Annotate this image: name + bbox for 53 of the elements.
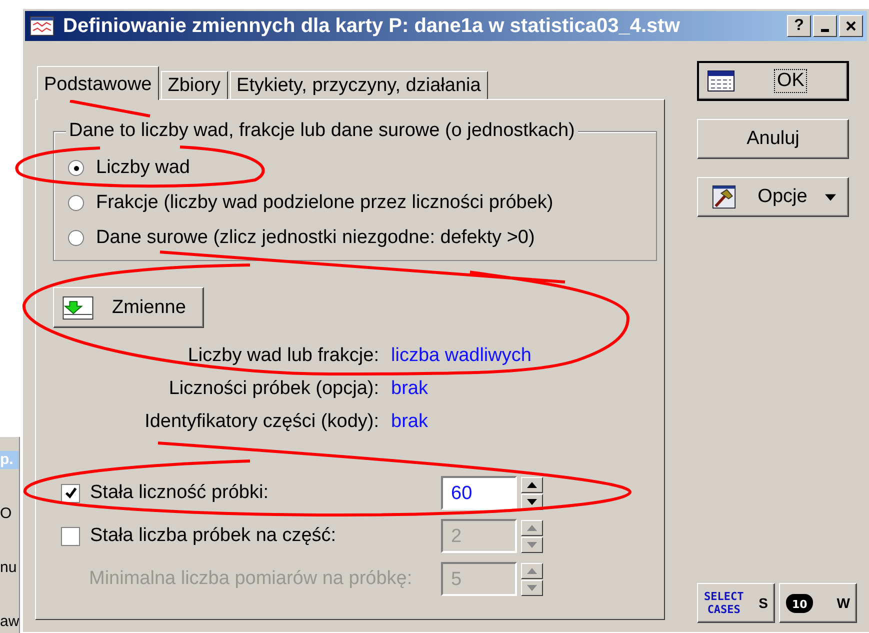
hammer-icon bbox=[710, 185, 738, 209]
chart-window-icon bbox=[29, 16, 55, 36]
tab[interactable]: Zbiory bbox=[160, 71, 228, 99]
assignment-value: liczba wadliwych bbox=[391, 345, 532, 367]
down-arrow-icon bbox=[527, 584, 537, 590]
select-cases-icon: SELECT CASES bbox=[704, 590, 744, 616]
spin-buttons[interactable] bbox=[521, 520, 543, 552]
assignment-label: Liczby wad lub frakcje: bbox=[186, 345, 379, 367]
background-window-text: O bbox=[0, 505, 13, 523]
background-window-text: p. bbox=[0, 451, 19, 469]
cancel-button[interactable]: Anuluj bbox=[697, 119, 849, 159]
spin-buttons[interactable] bbox=[521, 562, 543, 596]
radio-button[interactable] bbox=[68, 160, 84, 176]
assignment-label: Identyfikatory części (kody): bbox=[144, 411, 379, 433]
background-window-text: aw bbox=[0, 613, 19, 631]
window-title: Definiowanie zmiennych dla karty P: dane1a w statistica03_4.stw bbox=[63, 15, 681, 37]
up-arrow-icon bbox=[527, 482, 537, 488]
radio-button[interactable] bbox=[68, 195, 84, 211]
radio-label[interactable]: Frakcje (liczby wad podzielone przez liczności próbek) bbox=[96, 192, 554, 214]
weight-icon: 10 bbox=[786, 594, 814, 612]
assignment-value: brak bbox=[391, 378, 429, 400]
close-icon bbox=[845, 20, 857, 32]
checkbox[interactable] bbox=[61, 484, 80, 502]
setting-label: Minimalna liczba pomiarów na próbkę: bbox=[88, 568, 412, 590]
options-button[interactable]: Opcje bbox=[697, 177, 849, 217]
checkmark-icon bbox=[64, 486, 78, 500]
minimize-icon bbox=[821, 28, 829, 32]
table-icon bbox=[707, 69, 735, 93]
setting-label: Stała liczność próbki: bbox=[90, 482, 268, 504]
tab[interactable]: Etykiety, przyczyny, działania bbox=[230, 71, 488, 99]
down-arrow-icon bbox=[527, 498, 537, 504]
assignment-label: Liczności próbek (opcja): bbox=[168, 378, 379, 400]
help-button[interactable]: ? bbox=[787, 15, 811, 37]
spin-buttons[interactable] bbox=[521, 476, 543, 510]
caret-icon bbox=[825, 194, 836, 200]
number-field[interactable]: 60 bbox=[441, 476, 517, 510]
up-arrow-icon bbox=[527, 524, 537, 530]
radio-label[interactable]: Liczby wad bbox=[96, 157, 190, 179]
up-arrow-icon bbox=[527, 568, 537, 574]
radio-button[interactable] bbox=[68, 230, 84, 246]
down-arrow-icon bbox=[527, 542, 537, 548]
tab[interactable]: Podstawowe bbox=[37, 66, 159, 100]
variables-button[interactable]: Zmienne bbox=[53, 287, 204, 328]
background-window-text: nu bbox=[0, 559, 18, 577]
minimize-button[interactable] bbox=[813, 15, 837, 37]
select-cases-button[interactable]: SELECT CASES S bbox=[697, 583, 775, 623]
close-button[interactable] bbox=[839, 15, 863, 37]
weight-button[interactable]: 10 W bbox=[779, 583, 857, 623]
radio-label[interactable]: Dane surowe (zlicz jednostki niezgodne: defekty >0) bbox=[96, 227, 535, 249]
ok-button[interactable]: OK bbox=[697, 61, 849, 101]
group-legend: Dane to liczby wad, frakcje lub dane surowe (o jednostkach) bbox=[66, 120, 578, 142]
assignment-value: brak bbox=[391, 411, 429, 433]
setting-label: Stała liczba próbek na część: bbox=[90, 525, 336, 547]
